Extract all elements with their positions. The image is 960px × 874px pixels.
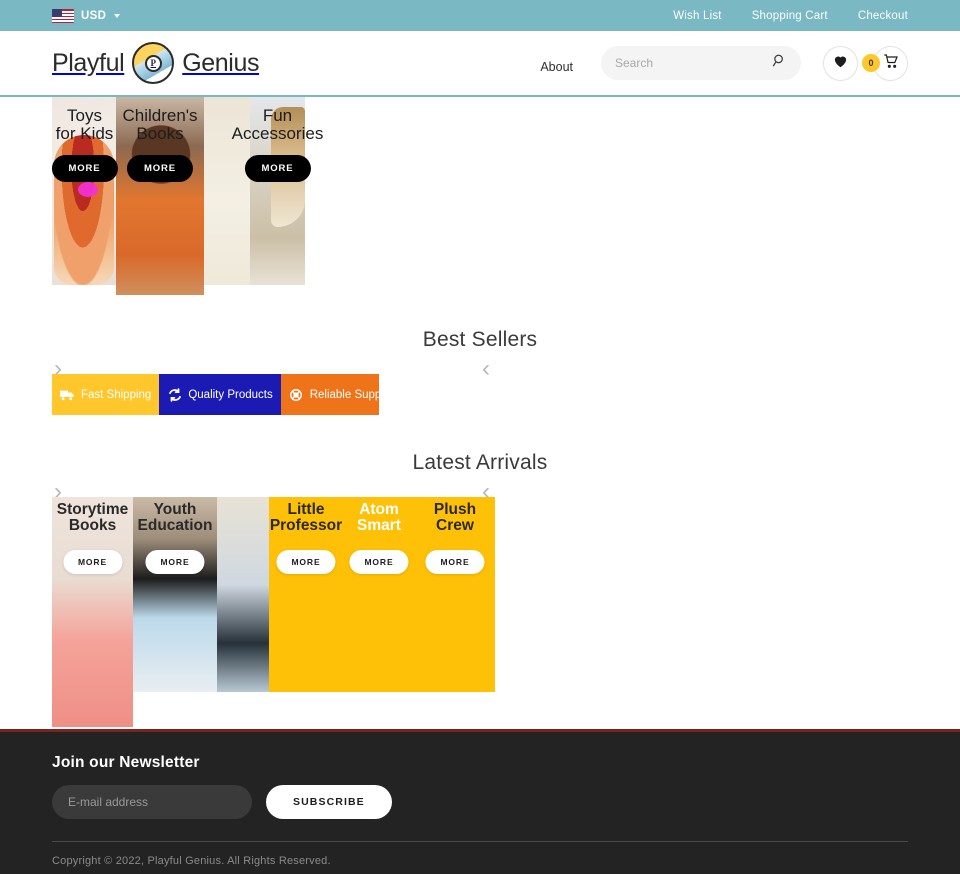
arrival-title: Youth Education <box>137 501 213 535</box>
logo-text-right: Genius <box>182 48 260 77</box>
arrival-card[interactable]: Plush Crew MORE <box>415 497 495 692</box>
arrival-card[interactable]: Youth Education MORE <box>133 497 217 692</box>
logo-mark-letter: P <box>144 54 162 72</box>
service-label: Quality Products <box>188 388 273 401</box>
category-more-button[interactable]: MORE <box>51 155 118 182</box>
search-input[interactable] <box>615 56 772 70</box>
best-sellers-section: Best Sellers › ‹ Fast Shipping Quality P… <box>0 328 960 415</box>
best-sellers-title: Best Sellers <box>422 328 538 351</box>
service-item-reliable-support[interactable]: Reliable Support <box>280 374 379 415</box>
site-header: Playful P Genius About 0 <box>0 31 960 97</box>
arrival-more-button[interactable]: MORE <box>425 550 485 574</box>
arrival-title: Plush Crew <box>433 501 477 535</box>
latest-arrivals-title: Latest Arrivals <box>412 451 548 474</box>
service-label: Fast Shipping <box>81 388 152 401</box>
site-logo[interactable]: Playful P Genius <box>52 42 259 84</box>
service-item-quality-products[interactable]: Quality Products <box>159 374 281 415</box>
currency-selector[interactable]: USD <box>52 8 121 23</box>
site-footer: Join our Newsletter SUBSCRIBE Copyright … <box>0 729 960 874</box>
truck-icon <box>60 387 75 402</box>
category-carousel: Toys for Kids MORE Children's Books MORE… <box>0 97 960 295</box>
cart-count-badge: 0 <box>862 53 880 72</box>
latest-arrivals-section: Latest Arrivals › ‹ Storytime Books MORE… <box>0 451 960 727</box>
lifebuoy-icon <box>289 387 304 402</box>
wishlist-button[interactable] <box>823 45 858 81</box>
category-title: Fun Accessories <box>231 106 324 143</box>
top-bar: USD Wish List Shopping Cart Checkout <box>0 0 960 31</box>
cart-icon <box>883 53 899 74</box>
best-sellers-next-arrow[interactable]: ‹ <box>482 357 490 381</box>
newsletter-title: Join our Newsletter <box>52 754 200 771</box>
arrival-more-button[interactable]: MORE <box>145 550 205 574</box>
header-actions: About 0 <box>540 45 908 81</box>
subscribe-button[interactable]: SUBSCRIBE <box>266 785 392 819</box>
category-card[interactable]: Children's Books MORE <box>116 97 204 295</box>
category-more-button[interactable]: MORE <box>244 155 311 182</box>
top-link-checkout[interactable]: Checkout <box>858 10 908 22</box>
search-icon[interactable] <box>772 53 787 73</box>
top-nav-links: Wish List Shopping Cart Checkout <box>673 10 908 22</box>
arrivals-carousel: Storytime Books MORE Youth Education MOR… <box>0 497 960 727</box>
service-banner: Fast Shipping Quality Products Reliable … <box>52 374 379 415</box>
cart-group[interactable]: 0 <box>862 45 908 81</box>
chevron-down-icon <box>114 13 121 18</box>
arrival-more-button[interactable]: MORE <box>349 550 409 574</box>
arrivals-row: Storytime Books MORE Youth Education MOR… <box>52 497 960 727</box>
top-link-wishlist[interactable]: Wish List <box>673 10 721 22</box>
us-flag-icon <box>52 8 74 23</box>
service-item-fast-shipping[interactable]: Fast Shipping <box>52 374 160 415</box>
heart-icon <box>833 54 848 73</box>
top-link-shopping-cart[interactable]: Shopping Cart <box>752 10 828 22</box>
newsletter-email-input[interactable] <box>52 785 252 819</box>
currency-label: USD <box>81 9 107 22</box>
category-more-button[interactable]: MORE <box>126 155 194 182</box>
category-image-accent <box>78 182 98 197</box>
arrival-more-button[interactable]: MORE <box>276 550 336 574</box>
arrival-more-button[interactable]: MORE <box>62 550 123 574</box>
category-card[interactable]: Fun Accessories MORE <box>232 97 323 285</box>
copyright-text: Copyright © 2022, Playful Genius. All Ri… <box>52 855 331 867</box>
nav-item-about[interactable]: About <box>540 60 573 74</box>
logo-text-left: Playful <box>52 48 125 77</box>
service-label: Reliable Support <box>309 388 379 401</box>
refresh-icon <box>167 387 182 402</box>
category-row: Toys for Kids MORE Children's Books MORE… <box>51 97 960 295</box>
newsletter-form: SUBSCRIBE <box>52 785 908 819</box>
logo-mark-icon: P <box>132 42 175 84</box>
search-box[interactable] <box>601 46 801 80</box>
